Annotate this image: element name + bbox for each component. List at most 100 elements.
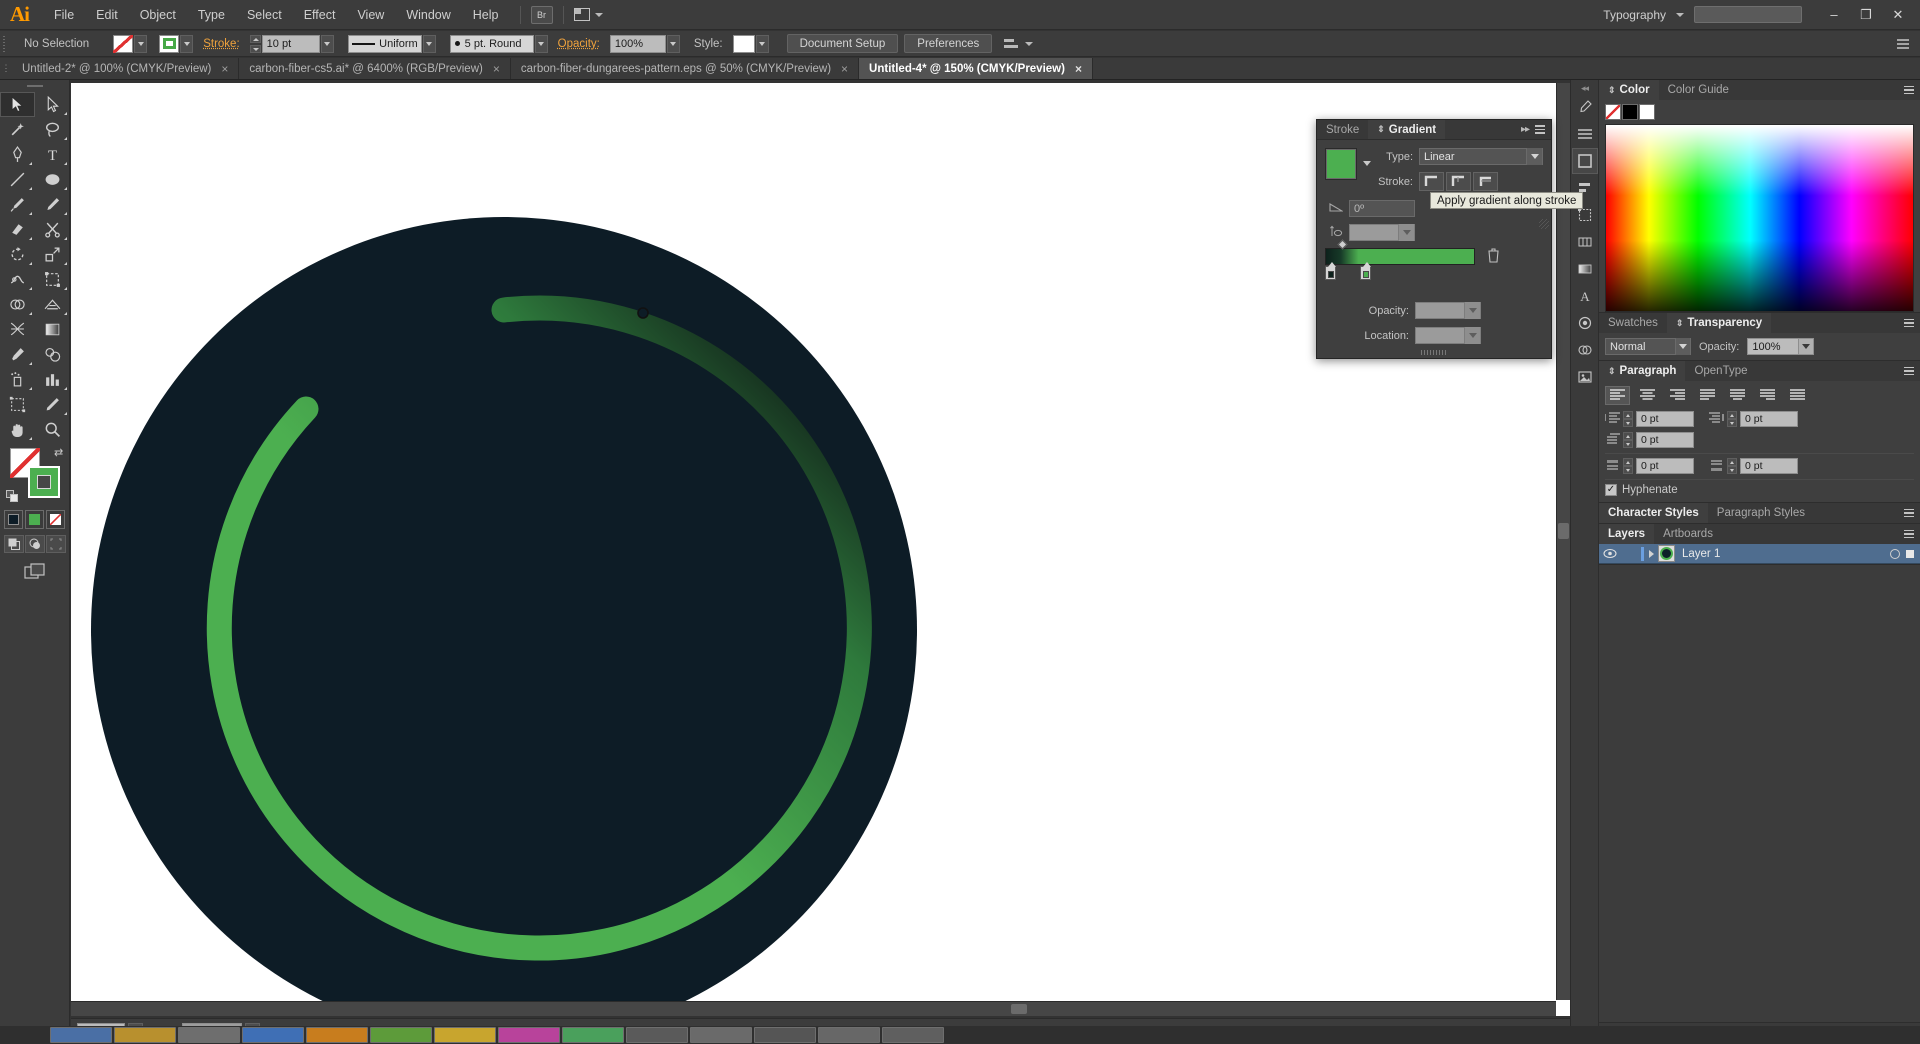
menu-select[interactable]: Select [236,3,293,27]
delete-gradient-stop-icon[interactable] [1487,248,1500,266]
tab-color-guide[interactable]: Color Guide [1658,80,1738,100]
tool-gradient[interactable] [35,317,70,342]
taskbar-item[interactable] [754,1027,816,1043]
opacity-label[interactable]: Opacity: [548,38,610,50]
transparency-opacity-chevron-icon[interactable] [1799,338,1815,355]
align-chevron-down-icon[interactable] [1025,41,1034,46]
fill-color-control[interactable] [113,34,148,53]
tab-artboards[interactable]: Artboards [1654,524,1722,544]
justify-last-center-button[interactable] [1725,386,1750,405]
preferences-button[interactable]: Preferences [904,34,993,53]
graphic-styles-panel-icon[interactable] [1572,337,1598,363]
tool-artboard[interactable] [0,392,35,417]
space-after-control[interactable]: 0 pt [1709,458,1798,474]
tab-color[interactable]: ⇕ Color [1599,80,1659,100]
left-indent-input[interactable]: 0 pt [1636,411,1694,427]
workspace-chevron-down-icon[interactable] [1676,12,1684,17]
tools-panel-grip[interactable] [0,80,69,92]
menu-edit[interactable]: Edit [85,3,129,27]
swap-fill-stroke-icon[interactable]: ⇄ [54,446,66,459]
tool-blob-brush[interactable] [0,217,35,242]
pathfinder-panel-icon[interactable] [1572,229,1598,255]
tab-stroke[interactable]: Stroke [1317,120,1369,139]
tool-scale[interactable] [35,242,70,267]
taskbar-item[interactable] [818,1027,880,1043]
justify-last-left-button[interactable] [1695,386,1720,405]
tool-column-graph[interactable] [35,367,70,392]
graphic-style-control[interactable] [732,34,769,53]
taskbar-item[interactable] [882,1027,944,1043]
tool-direct-selection[interactable] [35,92,70,117]
taskbar-item[interactable] [498,1027,560,1043]
layer-name-label[interactable]: Layer 1 [1675,548,1890,560]
gradient-preset-chevron-icon[interactable] [1363,161,1371,166]
tool-perspective-grid[interactable] [35,292,70,317]
layer-visibility-eye-icon[interactable] [1599,548,1621,559]
minimize-button[interactable]: – [1818,1,1850,29]
tool-rotate[interactable] [0,242,35,267]
tab-character-styles[interactable]: Character Styles [1599,503,1708,523]
swatch-black[interactable] [1622,104,1638,120]
taskbar-item[interactable] [626,1027,688,1043]
stroke-dropdown-chevron-icon[interactable] [180,34,194,53]
tab-close-icon[interactable]: × [221,62,228,76]
menu-object[interactable]: Object [129,3,187,27]
tab-paragraph-styles[interactable]: Paragraph Styles [1707,503,1814,523]
swatch-white[interactable] [1639,104,1655,120]
taskbar-item[interactable] [370,1027,432,1043]
vertical-scroll-thumb[interactable] [1558,523,1569,539]
layers-panel-options-menu-icon[interactable] [1904,529,1914,539]
stroke-profile-chevron-icon[interactable] [422,34,436,53]
horizontal-scroll-thumb[interactable] [1011,1004,1027,1014]
align-center-button[interactable] [1635,386,1660,405]
brush-definition-chevron-icon[interactable] [534,34,548,53]
hyphenate-row[interactable]: ✓ Hyphenate [1605,479,1914,496]
transparency-opacity-input[interactable]: 100% [1747,338,1800,355]
tab-close-icon[interactable]: × [841,62,848,76]
justify-all-button[interactable] [1785,386,1810,405]
character-panel-icon[interactable]: A [1572,283,1598,309]
space-before-control[interactable]: 0 pt [1605,458,1694,474]
maximize-button[interactable]: ❐ [1850,1,1882,29]
rail-grip[interactable]: ◂◂ [1574,82,1596,94]
document-tab-untitled-4[interactable]: Untitled-4* @ 150% (CMYK/Preview) × [859,58,1093,79]
taskbar-item[interactable] [562,1027,624,1043]
tab-swatches[interactable]: Swatches [1599,313,1667,333]
taskbar-item[interactable] [50,1027,112,1043]
brush-definition-control[interactable]: 5 pt. Round [449,34,548,53]
opacity-control[interactable]: 100% [609,34,680,53]
menu-view[interactable]: View [346,3,395,27]
taskbar-item[interactable] [306,1027,368,1043]
gradient-location-chevron-icon[interactable] [1464,327,1480,344]
blend-mode-select[interactable]: Normal [1605,338,1691,355]
gradient-angle-input[interactable]: 0º [1349,200,1415,217]
taskbar-item[interactable] [114,1027,176,1043]
fill-dropdown-chevron-icon[interactable] [134,34,148,53]
table-row[interactable]: Layer 1 [1599,544,1920,564]
tool-mesh[interactable] [0,317,35,342]
search-input[interactable] [1694,6,1802,23]
stroke-weight-control[interactable]: 10 pt [249,34,334,53]
first-line-indent-control[interactable]: 0 pt [1605,432,1694,448]
tool-lasso[interactable] [35,117,70,142]
fill-swatch-icon[interactable] [113,34,134,53]
tab-transparency[interactable]: ⇕ Transparency [1666,313,1772,333]
links-panel-icon[interactable] [1572,364,1598,390]
paragraph-panel-options-menu-icon[interactable] [1904,366,1914,376]
justify-last-right-button[interactable] [1755,386,1780,405]
menu-help[interactable]: Help [462,3,510,27]
control-bar-grip[interactable] [2,33,10,54]
tool-blend[interactable] [35,342,70,367]
tool-eyedropper[interactable] [0,342,35,367]
color-mode-none-button[interactable] [46,510,65,529]
align-right-button[interactable] [1665,386,1690,405]
stroke-profile-preview[interactable]: Uniform [347,34,422,53]
tab-close-icon[interactable]: × [1075,62,1082,76]
default-fill-stroke-icon[interactable] [6,490,20,504]
color-spectrum-ramp[interactable] [1605,124,1914,312]
swatch-none-icon[interactable] [1605,104,1621,120]
document-setup-button[interactable]: Document Setup [786,34,899,53]
stroke-profile-control[interactable]: Uniform [347,34,436,53]
document-tab-carbon-fiber-cs5[interactable]: carbon-fiber-cs5.ai* @ 6400% (RGB/Previe… [239,58,511,79]
tool-selection[interactable] [0,92,35,117]
